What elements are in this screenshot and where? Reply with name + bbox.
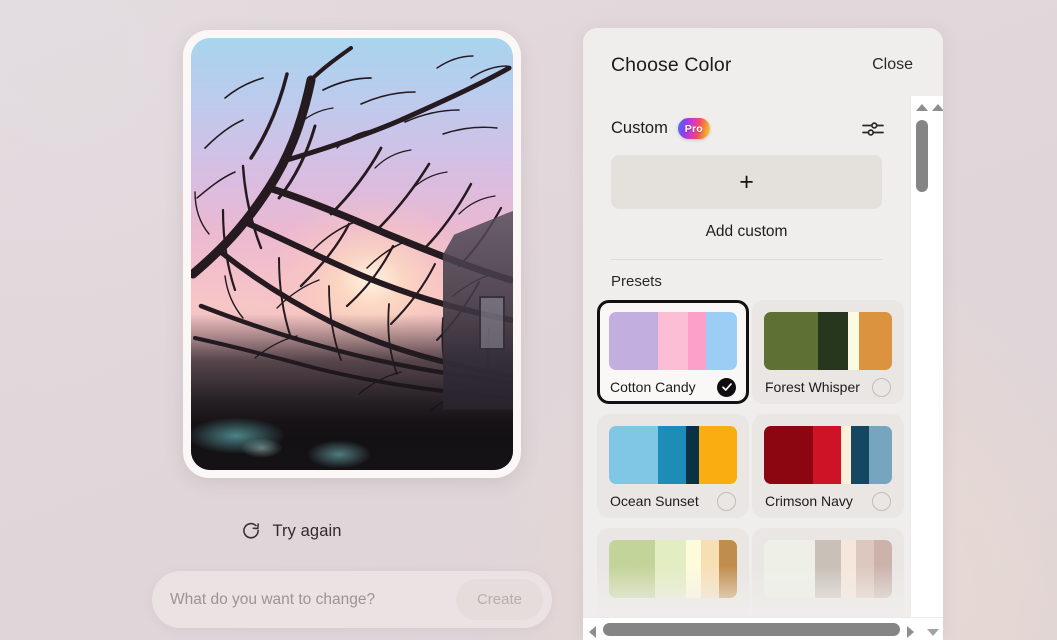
preset-swatch [851,426,869,484]
custom-label: Custom [611,119,668,137]
preset-swatch [856,540,875,598]
custom-section-row: Custom Pro [583,102,910,139]
prompt-input[interactable] [170,590,456,609]
preset-swatch [719,540,737,598]
caret-up-icon[interactable] [932,104,943,111]
vertical-scrollbar-thumb[interactable] [916,120,928,192]
add-custom-caption: Add custom [705,223,788,240]
preset-swatch [848,312,859,370]
sliders-icon[interactable] [862,120,884,138]
preset-swatch [701,540,720,598]
preset-card[interactable]: Ocean Sunset [597,414,749,518]
horizontal-scrollbar-thumb[interactable] [603,623,900,636]
pro-badge-label: Pro [684,122,703,135]
preset-swatch-strip [764,312,892,370]
preset-swatch [706,312,737,370]
panel-title: Choose Color [611,53,732,76]
preset-swatch [688,312,707,370]
preset-swatch [812,426,841,484]
generated-image[interactable] [191,38,513,470]
caret-up-icon[interactable] [916,104,928,111]
plus-icon: + [739,167,754,196]
preset-swatch [764,540,816,598]
preset-footer: Forest Whisper [764,370,892,404]
preset-footer: Cotton Candy [609,370,737,404]
preset-swatch-strip [764,540,892,598]
close-button[interactable]: Close [870,50,915,80]
preset-swatch [840,426,852,484]
preset-card[interactable]: Forest Whisper [752,300,904,404]
panel-header: Choose Color Close [583,28,943,102]
panel-scroll-body: Custom Pro + Add custom Presets Cotton C… [583,102,910,640]
presets-heading: Presets [611,273,662,290]
preset-radio[interactable] [872,491,891,511]
preview-column: Try again Create [0,0,583,640]
preset-swatch-strip [609,312,737,370]
try-again-label: Try again [272,521,342,540]
preset-swatch [764,426,813,484]
building-window [479,295,505,350]
preset-swatch-strip [764,426,892,484]
preset-swatch [609,540,656,598]
preset-footer: Crimson Navy [764,484,892,518]
caret-left-icon[interactable] [589,626,596,638]
preset-swatch [858,312,892,370]
image-preview-card[interactable] [183,30,521,478]
preset-swatch [609,312,658,370]
preset-check-icon[interactable] [717,377,736,397]
create-button[interactable]: Create [455,579,543,620]
preset-radio[interactable] [717,491,736,511]
choose-color-panel: Choose Color Close Custom Pro + Add cust… [583,28,943,640]
presets-grid: Cotton Candy Forest Whisper Ocean Sunset Cr… [597,300,904,632]
preset-swatch [685,540,702,598]
preset-swatch-strip [609,540,737,598]
preset-footer: Ocean Sunset [609,484,737,518]
preset-swatch [815,540,841,598]
preset-swatch [764,312,818,370]
caret-down-icon [927,629,939,636]
preset-swatch [609,426,658,484]
caret-right-icon[interactable] [907,626,914,638]
preset-swatch [657,426,686,484]
preset-name: Forest Whisper [765,379,860,395]
preset-swatch [657,312,689,370]
vertical-scrollbar[interactable] [910,96,943,640]
preset-card[interactable]: Cotton Candy [597,300,749,404]
preset-swatch-strip [609,426,737,484]
prompt-bar[interactable]: Create [152,571,552,628]
horizontal-scrollbar[interactable] [583,617,943,640]
preset-swatch [868,426,892,484]
preset-swatch [655,540,686,598]
preset-radio[interactable] [872,377,891,397]
building-silhouette [443,210,513,410]
pro-badge: Pro [677,118,710,139]
preset-swatch [698,426,737,484]
preset-swatch [840,540,857,598]
preset-name: Cotton Candy [610,379,696,395]
preset-swatch [685,426,699,484]
try-again-button[interactable]: Try again [0,521,583,541]
preset-name: Ocean Sunset [610,493,699,509]
preset-card[interactable]: Crimson Navy [752,414,904,518]
add-custom-tile[interactable]: + [611,155,882,209]
preset-swatch [874,540,892,598]
preset-swatch [817,312,849,370]
refresh-icon [241,521,261,541]
preset-name: Crimson Navy [765,493,853,509]
